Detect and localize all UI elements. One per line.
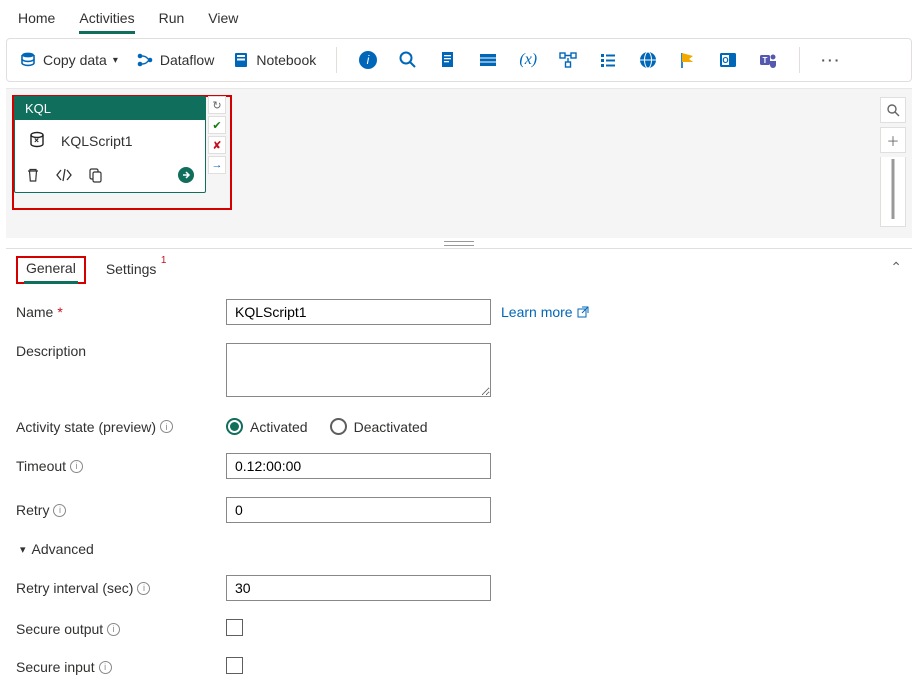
toolbar-separator-2 [799, 47, 800, 73]
dataflow-label: Dataflow [160, 52, 214, 68]
secure-input-label: Secure input [16, 659, 95, 675]
variable-icon[interactable]: (x) [517, 49, 539, 71]
canvas-search-icon[interactable] [880, 97, 906, 123]
activity-card[interactable]: KQL KQLScript1 [14, 96, 206, 193]
globe-icon[interactable] [637, 49, 659, 71]
highlight-general-tab: General [16, 256, 86, 284]
activity-status-icons: ↻ ✔ ✘ → [208, 96, 226, 174]
activity-state-label: Activity state (preview) [16, 419, 156, 435]
menu-view[interactable]: View [208, 4, 238, 34]
refresh-icon[interactable]: ↻ [208, 96, 226, 114]
learn-more-label: Learn more [501, 304, 573, 320]
info-icon[interactable]: i [137, 582, 150, 595]
canvas-add-icon[interactable]: ＋ [880, 127, 906, 153]
tab-settings-label: Settings [106, 261, 157, 277]
svg-text:T: T [763, 56, 768, 65]
dataflow-button[interactable]: Dataflow [136, 51, 214, 69]
radio-activated[interactable]: Activated [226, 418, 308, 435]
panel-resize-grip[interactable] [0, 238, 918, 248]
info-icon[interactable]: i [357, 49, 379, 71]
skip-icon[interactable]: → [208, 156, 226, 174]
copy-data-button[interactable]: Copy data ▾ [19, 51, 118, 69]
fail-icon[interactable]: ✘ [208, 136, 226, 154]
menu-activities[interactable]: Activities [79, 4, 134, 34]
menu-run[interactable]: Run [159, 4, 185, 34]
menu-home[interactable]: Home [18, 4, 55, 34]
dataflow-icon [136, 51, 154, 69]
activity-type-label: KQL [15, 97, 205, 120]
svg-text:i: i [367, 53, 370, 67]
description-label: Description [16, 343, 86, 359]
teams-icon[interactable]: T [757, 49, 779, 71]
list-icon[interactable] [597, 49, 619, 71]
retry-label: Retry [16, 502, 49, 518]
radio-deactivated-label: Deactivated [354, 419, 428, 435]
outlook-icon[interactable]: O [717, 49, 739, 71]
script-icon[interactable] [437, 49, 459, 71]
chevron-down-icon: ▾ [20, 543, 26, 556]
tab-general[interactable]: General [24, 256, 78, 284]
advanced-toggle[interactable]: ▾ Advanced [20, 541, 902, 557]
general-form: Name * Learn more Description Activity s… [6, 285, 912, 677]
retry-input[interactable] [226, 497, 491, 523]
search-icon[interactable] [397, 49, 419, 71]
secure-output-checkbox[interactable] [226, 619, 243, 636]
properties-panel: General Settings 1 ⌃ Name * Learn more D… [6, 248, 912, 677]
timeout-label: Timeout [16, 458, 66, 474]
canvas-zoom-handle[interactable] [880, 157, 906, 227]
radio-activated-dot [226, 418, 243, 435]
timeout-input[interactable] [226, 453, 491, 479]
required-indicator: * [57, 304, 62, 320]
database-icon [19, 51, 37, 69]
pipeline-icon[interactable] [557, 49, 579, 71]
advanced-label: Advanced [32, 541, 94, 557]
delete-icon[interactable] [25, 167, 41, 183]
secure-input-checkbox[interactable] [226, 657, 243, 674]
table-icon[interactable] [477, 49, 499, 71]
retry-interval-label: Retry interval (sec) [16, 580, 133, 596]
copy-data-label: Copy data [43, 52, 107, 68]
name-label: Name [16, 304, 53, 320]
flag-icon[interactable] [677, 49, 699, 71]
info-icon[interactable]: i [160, 420, 173, 433]
settings-badge: 1 [161, 255, 167, 266]
notebook-button[interactable]: Notebook [232, 51, 316, 69]
radio-deactivated[interactable]: Deactivated [330, 418, 428, 435]
run-icon[interactable] [177, 166, 195, 184]
chevron-down-icon: ▾ [113, 55, 118, 66]
collapse-panel-icon[interactable]: ⌃ [890, 259, 902, 276]
top-menu: Home Activities Run View [0, 0, 918, 34]
copy-icon[interactable] [87, 167, 103, 183]
canvas-controls: ＋ [880, 97, 906, 227]
notebook-icon [232, 51, 250, 69]
name-input[interactable] [226, 299, 491, 325]
toolbar: Copy data ▾ Dataflow Notebook i (x) O T … [6, 38, 912, 82]
info-icon[interactable]: i [70, 460, 83, 473]
panel-tabs: General Settings 1 [6, 249, 912, 285]
success-icon[interactable]: ✔ [208, 116, 226, 134]
external-link-icon [577, 306, 589, 318]
svg-text:O: O [723, 56, 729, 65]
info-icon[interactable]: i [107, 623, 120, 636]
retry-interval-input[interactable] [226, 575, 491, 601]
pipeline-canvas[interactable]: KQL KQLScript1 ↻ ✔ ✘ → ＋ [6, 88, 912, 238]
toolbar-separator [336, 47, 337, 73]
secure-output-label: Secure output [16, 621, 103, 637]
more-icon[interactable]: ··· [820, 49, 842, 71]
activity-name: KQLScript1 [61, 133, 133, 149]
radio-activated-label: Activated [250, 419, 308, 435]
learn-more-link[interactable]: Learn more [501, 304, 589, 320]
kql-script-icon [27, 130, 49, 152]
notebook-label: Notebook [256, 52, 316, 68]
info-icon[interactable]: i [53, 504, 66, 517]
description-input[interactable] [226, 343, 491, 397]
tab-settings[interactable]: Settings 1 [104, 257, 159, 285]
code-icon[interactable] [55, 168, 73, 182]
info-icon[interactable]: i [99, 661, 112, 674]
radio-deactivated-dot [330, 418, 347, 435]
